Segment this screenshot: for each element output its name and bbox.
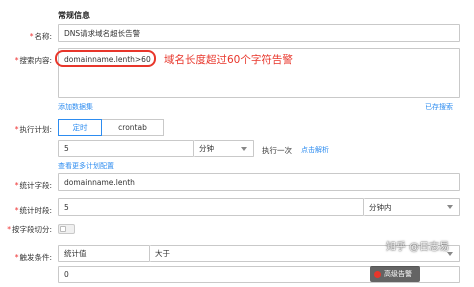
more-config-link[interactable]: 查看更多计划配置 [58,161,114,171]
split-field-toggle[interactable] [58,224,75,234]
add-dataset-link[interactable]: 添加数据集 [58,102,93,112]
search-annotation: 域名长度超过60个字符告警 [164,54,293,66]
section-title: 常规信息 [58,11,90,20]
toggle-icon [60,226,66,232]
highlight-oval [55,50,156,67]
interval-unit-text: 分钟 [199,144,214,153]
schedule-label: *执行计划: [14,125,52,134]
name-input[interactable]: DNS请求域名超长告警 [58,24,460,42]
tab-schedule-timed[interactable]: 定时 [58,119,102,136]
chevron-down-icon [447,205,453,209]
name-label: *名称: [29,32,52,41]
saved-search-link[interactable]: 已存搜索 [425,102,453,112]
stat-period-unit-select[interactable]: 分钟内 [364,198,460,216]
trigger-operator-text: 大于 [155,249,170,258]
stat-period-unit-text: 分钟内 [369,202,392,212]
advanced-alert-button[interactable]: 高级告警 [370,266,420,282]
split-field-label: *按字段切分: [7,225,52,234]
stat-period-input[interactable]: 5 [58,198,364,216]
interval-value-input[interactable]: 5 [58,140,194,157]
watermark: 知乎 @日志易 [386,242,450,253]
run-once-text: 执行一次 [262,146,292,155]
click-parse-link[interactable]: 点击解析 [301,145,329,155]
trigger-label: *触发条件: [14,253,52,262]
trigger-metric-select[interactable]: 统计值 [58,245,150,262]
alert-icon [374,270,381,278]
tab-schedule-crontab[interactable]: crontab [102,119,164,136]
interval-unit-select[interactable]: 分钟 [194,140,254,157]
advanced-alert-label: 高级告警 [384,270,412,278]
chevron-down-icon [241,146,247,151]
search-label: *搜索内容: [14,56,52,65]
stat-period-label: *统计时段: [14,206,52,215]
stat-field-label: *统计字段: [14,181,52,190]
stat-field-input[interactable]: domainname.lenth [58,173,460,191]
